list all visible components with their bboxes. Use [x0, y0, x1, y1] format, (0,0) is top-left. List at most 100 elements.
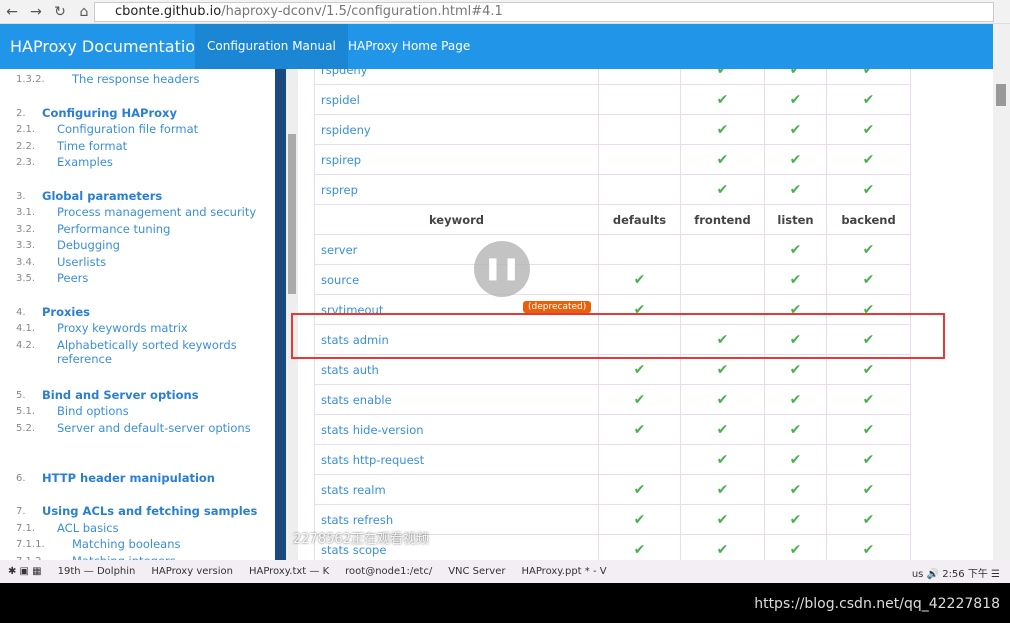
taskbar-item[interactable]: HAProxy.txt — K	[241, 566, 337, 577]
keyword-link[interactable]: stats realm	[314, 474, 599, 505]
table-row: stats auth ✔ ✔ ✔ ✔	[314, 354, 911, 385]
taskbar-item[interactable]: HAProxy.ppt * - V	[513, 566, 614, 577]
check-icon: ✔	[826, 414, 911, 445]
toc-number: 3.5.	[16, 273, 36, 284]
toc-label[interactable]: Matching booleans	[72, 537, 265, 551]
toc-number: 2.3.	[16, 157, 36, 168]
start-menu-icon[interactable]: ✱ ▣ ▦	[0, 566, 50, 577]
check-icon: ✔	[826, 144, 911, 175]
toc-label[interactable]: ACL basics	[57, 521, 265, 535]
toc-number: 4.1.	[16, 323, 36, 334]
sidebar-toc: 1.3.2. The response headers 2. Configuring …	[0, 69, 275, 560]
nav-configuration-manual[interactable]: Configuration Manual	[195, 24, 348, 69]
toc-label[interactable]: Alphabetically sorted keywords reference	[57, 338, 265, 366]
check-icon: ✔	[764, 234, 827, 265]
check-icon: ✔	[598, 384, 681, 415]
deprecated-badge: (deprecated)	[523, 301, 592, 313]
keyword-link[interactable]: rspideny	[314, 114, 599, 145]
toc-label[interactable]: The response headers	[72, 72, 265, 86]
check-icon: ✔	[598, 504, 681, 535]
reload-icon[interactable]: ↻	[48, 4, 72, 20]
check-icon: ✔	[598, 474, 681, 505]
pause-icon[interactable]: ❚❚	[474, 241, 530, 297]
watermark: https://blog.csdn.net/qq_42227818	[754, 596, 1000, 612]
keyword-link[interactable]: rsprep	[314, 174, 599, 205]
toc-label[interactable]: HTTP header manipulation	[42, 471, 265, 485]
toc-number: 2.	[16, 107, 26, 119]
column-header: backend	[826, 204, 911, 235]
brand-link[interactable]: HAProxy Documentation	[10, 37, 205, 56]
check-icon: ✔	[764, 144, 827, 175]
keyword-link[interactable]: rspirep	[314, 144, 599, 175]
page-scrollbar[interactable]	[993, 24, 1010, 560]
toc-number: 7.	[16, 506, 26, 517]
toc-label[interactable]: Debugging	[57, 238, 265, 252]
check-icon: ✔	[826, 174, 911, 205]
keyword-link[interactable]: server	[314, 234, 599, 265]
check-icon: ✔	[826, 504, 911, 535]
keyword-link[interactable]: stats enable	[314, 384, 599, 415]
toc-label[interactable]: Time format	[57, 139, 265, 153]
check-icon: ✔	[826, 69, 911, 85]
check-icon: ✔	[826, 474, 911, 505]
empty-cell	[680, 234, 765, 265]
empty-cell	[598, 174, 681, 205]
check-icon: ✔	[680, 414, 765, 445]
check-icon: ✔	[680, 474, 765, 505]
back-icon[interactable]: ←	[0, 4, 24, 20]
toc-number: 4.	[16, 306, 26, 318]
keyword-link[interactable]: source	[314, 264, 599, 295]
home-icon[interactable]: ⌂	[72, 4, 96, 20]
toc-label[interactable]: Configuring HAProxy	[42, 106, 265, 120]
scrollbar-thumb[interactable]	[288, 134, 296, 294]
check-icon: ✔	[764, 84, 827, 115]
nav-home-page[interactable]: HAProxy Home Page	[336, 24, 482, 69]
check-icon: ✔	[826, 534, 911, 560]
toc-label[interactable]: Configuration file format	[57, 122, 265, 136]
clock: 2:56 下午	[942, 569, 988, 580]
keyword-link[interactable]: rspidel	[314, 84, 599, 115]
check-icon: ✔	[680, 384, 765, 415]
table-row: source ✔ ✔ ✔	[314, 264, 911, 295]
empty-cell	[598, 144, 681, 175]
address-bar[interactable]: cbonte.github.io/haproxy-dconv/1.5/confi…	[94, 2, 994, 22]
toc-label[interactable]: Process management and security	[57, 205, 265, 219]
check-icon: ✔	[764, 174, 827, 205]
toc-label[interactable]: Userlists	[57, 255, 265, 269]
taskbar-item[interactable]: HAProxy version	[143, 566, 241, 577]
keyboard-layout[interactable]: us	[912, 569, 924, 580]
toc-label[interactable]: Global parameters	[42, 189, 265, 203]
browser-toolbar: ← → ↻ ⌂ cbonte.github.io/haproxy-dconv/1…	[0, 0, 1010, 24]
scrollbar-thumb[interactable]	[996, 84, 1006, 106]
keyword-link[interactable]: stats auth	[314, 354, 599, 385]
toc-number: 5.1.	[16, 406, 36, 417]
toc-label[interactable]: Bind and Server options	[42, 388, 265, 402]
forward-icon[interactable]: →	[24, 4, 48, 20]
table-row: rspidel ✔ ✔ ✔	[314, 84, 911, 115]
keyword-link[interactable]: rspdeny	[314, 69, 599, 85]
keyword-link[interactable]: stats hide-version	[314, 414, 599, 445]
check-icon: ✔	[764, 264, 827, 295]
toc-label[interactable]: Examples	[57, 155, 265, 169]
toc-number: 6.	[16, 472, 26, 484]
keyword-link[interactable]: stats http-request	[314, 444, 599, 475]
taskbar-item[interactable]: 19th — Dolphin	[50, 566, 144, 577]
check-icon: ✔	[764, 474, 827, 505]
check-icon: ✔	[764, 504, 827, 535]
toc-label[interactable]: Server and default-server options	[57, 421, 265, 435]
taskbar-item[interactable]: VNC Server	[440, 566, 513, 577]
table-row: rsprep ✔ ✔ ✔	[314, 174, 911, 205]
toc-label[interactable]: Proxy keywords matrix	[57, 321, 265, 335]
toc-label[interactable]: Bind options	[57, 404, 265, 418]
toc-label[interactable]: Proxies	[42, 305, 265, 319]
toc-label[interactable]: Peers	[57, 271, 265, 285]
url-path: /haproxy-dconv/1.5/configuration.html#4.…	[221, 4, 503, 19]
toc-label[interactable]: Performance tuning	[57, 222, 265, 236]
table-header: keyword defaults frontend listen backend	[314, 204, 911, 235]
taskbar-item[interactable]: root@node1:/etc/	[337, 566, 440, 577]
toc-label[interactable]: Using ACLs and fetching samples	[42, 504, 265, 518]
volume-icon[interactable]: 🔊	[927, 569, 939, 580]
check-icon: ✔	[680, 444, 765, 475]
check-icon: ✔	[764, 534, 827, 560]
table-row: rspdeny ✔ ✔ ✔	[314, 69, 911, 85]
